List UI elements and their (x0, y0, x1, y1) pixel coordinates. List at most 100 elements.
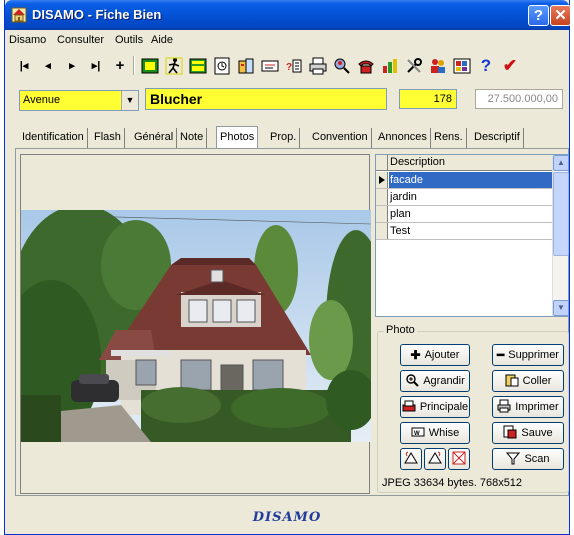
add-photo-label: Ajouter (424, 349, 460, 361)
whise-icon: W (411, 426, 425, 441)
tab-general[interactable]: Général (131, 128, 178, 148)
svg-text:?: ? (286, 62, 292, 73)
table-row[interactable]: plan (376, 206, 552, 223)
house-icon (11, 7, 27, 23)
paste-icon (505, 373, 519, 390)
print-photo-button[interactable]: Imprimer (492, 396, 564, 418)
table-row[interactable]: Test (376, 223, 552, 240)
print-color-icon (402, 399, 416, 416)
tab-note[interactable]: Note (177, 128, 208, 148)
rotate-right-button[interactable] (424, 448, 446, 470)
runner-icon[interactable] (163, 54, 185, 77)
printer-icon (497, 399, 511, 416)
photo-actions-group: Photo ✚ Ajouter ━ Supprimer Agrandir Col… (377, 324, 569, 493)
grid-scrollbar[interactable]: ▲ ▼ (552, 155, 569, 316)
enlarge-photo-label: Agrandir (423, 375, 465, 387)
photo-viewer[interactable] (20, 154, 371, 494)
whise-button[interactable]: W Whise (400, 422, 470, 444)
save-photo-label: Sauve (521, 427, 553, 439)
menu-outils[interactable]: Outils (115, 34, 143, 46)
price-field[interactable]: 27.500.000,00 (475, 89, 563, 109)
scanner-icon (506, 451, 521, 468)
minus-icon: ━ (497, 348, 505, 362)
rotate-left-button[interactable] (400, 448, 422, 470)
help-question-icon[interactable]: ? (475, 54, 497, 77)
whise-label: Whise (428, 427, 460, 439)
tab-flash[interactable]: Flash (91, 128, 125, 148)
tab-descriptif[interactable]: Descriptif (471, 128, 524, 148)
printer-icon[interactable] (307, 54, 329, 77)
svg-text:W: W (414, 431, 420, 437)
grid-green-icon[interactable] (139, 54, 161, 77)
grid-indicator-column (376, 155, 388, 170)
save-photo-button[interactable]: Sauve (492, 422, 564, 444)
table-cell[interactable]: Test (389, 223, 552, 239)
query-icon[interactable]: ? (283, 54, 305, 77)
description-column-header[interactable]: Description (390, 156, 445, 168)
tab-prop[interactable]: Prop. (267, 128, 301, 148)
color-palette-icon[interactable] (451, 54, 473, 77)
row-indicator (376, 223, 388, 239)
print-photo-label: Imprimer (515, 401, 559, 413)
search-person-icon[interactable] (331, 54, 353, 77)
prev-record-button[interactable]: ◂ (37, 54, 59, 77)
crop-button[interactable] (448, 448, 470, 470)
menu-disamo[interactable]: Disamo (9, 34, 46, 46)
tab-annonces[interactable]: Annonces (375, 128, 431, 148)
checkmark-icon[interactable]: ✔ (499, 54, 521, 77)
table-cell[interactable]: plan (389, 206, 552, 222)
delete-photo-button[interactable]: ━ Supprimer (492, 344, 564, 366)
people-icon[interactable] (427, 54, 449, 77)
table-icon[interactable] (187, 54, 209, 77)
tools-icon[interactable] (403, 54, 425, 77)
last-record-button[interactable]: ▸| (85, 54, 107, 77)
plus-icon: ✚ (410, 348, 421, 362)
enlarge-photo-button[interactable]: Agrandir (400, 370, 470, 392)
table-row[interactable]: facade (376, 172, 552, 189)
scan-button[interactable]: Scan (492, 448, 564, 470)
scroll-thumb[interactable] (553, 172, 569, 256)
table-cell[interactable]: jardin (389, 189, 552, 205)
set-main-photo-label: Principale (419, 401, 469, 413)
first-record-button[interactable]: |◂ (13, 54, 35, 77)
chart-icon[interactable] (379, 54, 401, 77)
crop-icon (452, 451, 466, 468)
tab-strip: Identification Flash Général Note Photos… (19, 126, 569, 148)
photo-list-grid[interactable]: Description facade jardin plan Test ▲ ▼ (375, 154, 569, 317)
street-number-field[interactable]: 178 (399, 89, 457, 109)
row-indicator (376, 206, 388, 222)
house-photo (21, 210, 371, 442)
row-indicator (376, 189, 388, 205)
chevron-down-icon[interactable]: ▼ (121, 91, 138, 110)
next-record-button[interactable]: ▸ (61, 54, 83, 77)
delete-photo-label: Supprimer (508, 349, 559, 361)
menu-aide[interactable]: Aide (151, 34, 173, 46)
paste-photo-button[interactable]: Coller (492, 370, 564, 392)
status-bar: DISAMO (5, 504, 569, 534)
tab-photos[interactable]: Photos (216, 126, 259, 148)
phone-icon[interactable] (355, 54, 377, 77)
clock-document-icon[interactable] (211, 54, 233, 77)
help-button[interactable]: ? (528, 5, 549, 26)
tab-convention[interactable]: Convention (309, 128, 372, 148)
file-info: JPEG 33634 bytes. 768x512 (382, 477, 523, 489)
row-pointer-icon (376, 172, 388, 188)
scan-label: Scan (524, 453, 550, 465)
scroll-down-icon[interactable]: ▼ (553, 300, 569, 316)
street-name-field[interactable]: Blucher (145, 88, 387, 110)
menu-consulter[interactable]: Consulter (57, 34, 104, 46)
table-row[interactable]: jardin (376, 189, 552, 206)
table-cell[interactable]: facade (389, 172, 552, 188)
add-photo-button[interactable]: ✚ Ajouter (400, 344, 470, 366)
add-record-button[interactable]: + (109, 54, 131, 77)
scroll-up-icon[interactable]: ▲ (553, 155, 569, 171)
title-bar[interactable]: DISAMO - Fiche Bien ? ✕ (5, 0, 571, 30)
street-type-combo[interactable]: Avenue ▼ (19, 90, 139, 111)
tab-rens[interactable]: Rens. (431, 128, 467, 148)
card-icon[interactable] (259, 54, 281, 77)
tab-identification[interactable]: Identification (19, 128, 88, 148)
building-icon[interactable] (235, 54, 257, 77)
set-main-photo-button[interactable]: Principale (400, 396, 470, 418)
close-button[interactable]: ✕ (550, 5, 571, 26)
rotate-right-icon (428, 451, 442, 468)
